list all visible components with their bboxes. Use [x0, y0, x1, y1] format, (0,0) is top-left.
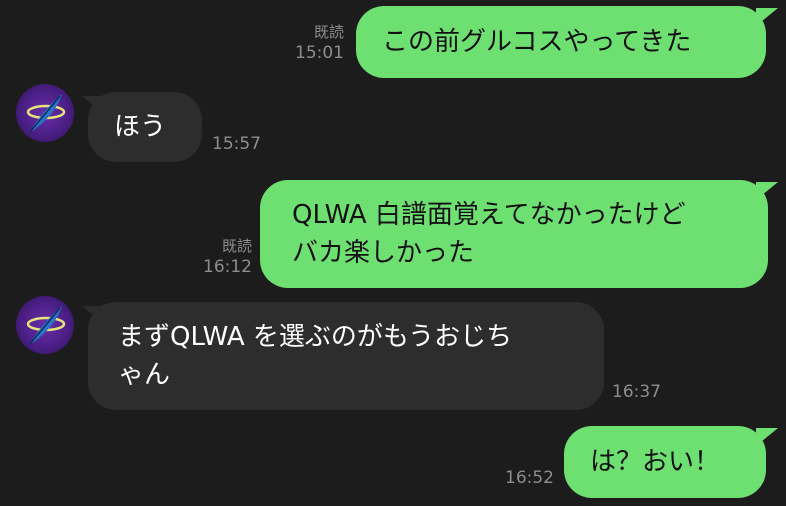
message-bubble-outgoing[interactable]: は？おい！	[564, 426, 766, 498]
read-receipt: 既読	[313, 23, 344, 41]
read-receipt: 既読	[221, 237, 252, 255]
avatar[interactable]	[16, 296, 74, 354]
timestamp: 16:12	[203, 257, 252, 277]
message-meta: 16:52	[498, 468, 554, 489]
timestamp: 16:37	[612, 382, 661, 402]
message-text-line: QLWA 白譜面覚えてなかったけど	[292, 200, 686, 230]
message-bubble-outgoing[interactable]: QLWA 白譜面覚えてなかったけど バカ楽しかった	[260, 180, 768, 288]
message-text: は？おい！	[590, 447, 721, 477]
message-meta: 既読 15:01	[280, 22, 344, 64]
message-text-line: まずQLWA を選ぶのがもうおじち	[118, 322, 513, 352]
message-text-line: バカ楽しかった	[292, 238, 475, 268]
message-text: ほう	[114, 112, 167, 142]
message-meta: 既読 16:12	[190, 236, 252, 278]
message-bubble-incoming[interactable]: まずQLWA を選ぶのがもうおじち ゃん	[88, 302, 604, 410]
bubble-tail	[756, 182, 778, 200]
bubble-tail	[756, 428, 778, 446]
avatar[interactable]	[16, 84, 74, 142]
message-meta: 16:37	[612, 382, 661, 403]
chat-thread: 既読 15:01 この前グルコスやってきた ほう 15:57 既読 16:12 …	[0, 0, 786, 506]
message-meta: 15:57	[212, 134, 261, 155]
timestamp: 15:57	[212, 134, 261, 154]
message-text-line: ゃん	[118, 360, 171, 390]
message-bubble-outgoing[interactable]: この前グルコスやってきた	[356, 6, 766, 78]
feather-halo-avatar-icon	[26, 94, 66, 133]
bubble-tail	[756, 8, 778, 26]
timestamp: 15:01	[295, 43, 344, 63]
message-text: この前グルコスやってきた	[382, 27, 692, 57]
message-bubble-incoming[interactable]: ほう	[88, 92, 202, 162]
feather-halo-avatar-icon	[26, 306, 66, 345]
timestamp: 16:52	[505, 468, 554, 488]
